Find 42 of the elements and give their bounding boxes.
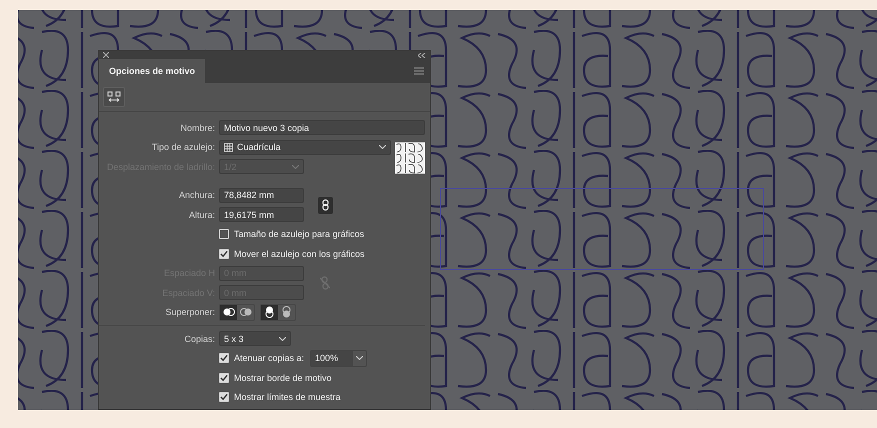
checkbox[interactable] <box>219 353 229 364</box>
broken-link-icon <box>320 276 330 290</box>
chevron-icon <box>292 164 299 169</box>
bottom-over-top-icon <box>282 306 291 318</box>
height-field[interactable]: 19,6175 mm <box>219 207 304 222</box>
checkbox[interactable] <box>219 229 229 240</box>
field-label: Tipo de azulejo: <box>150 142 215 152</box>
dim-amount-combo[interactable]: 100% <box>310 350 368 367</box>
checkbox-option[interactable]: Mover el azulejo con los gráficos <box>219 248 365 259</box>
checkbox-option[interactable]: Mostrar límites de muestra <box>219 392 341 402</box>
chain-link-icon <box>322 199 329 211</box>
copies-dropdown[interactable]: 5 x 3 <box>219 331 291 346</box>
field-label: Copias: <box>183 334 215 344</box>
checkbox[interactable] <box>219 392 229 402</box>
top-over-bottom-icon <box>265 306 274 318</box>
checkbox-option[interactable]: Atenuar copias a: <box>219 353 304 364</box>
chevron-icon <box>379 145 386 150</box>
close-icon[interactable] <box>103 52 109 58</box>
chevron-icon <box>279 336 286 341</box>
checkbox[interactable] <box>219 372 229 383</box>
field-label: Nombre: <box>179 122 215 133</box>
menu-icon[interactable] <box>414 67 424 75</box>
left-over-right-icon <box>222 308 234 316</box>
overlap-option-button[interactable] <box>220 304 237 320</box>
chevron-icon <box>356 356 364 360</box>
overlap-option-button[interactable] <box>261 304 278 320</box>
checkbox-option[interactable]: Tamaño de azulejo para gráficos <box>219 229 364 240</box>
edit-tile-button[interactable] <box>103 87 125 107</box>
link-proportions-button[interactable] <box>318 196 333 214</box>
checkbox-option[interactable]: Mostrar borde de motivo <box>219 372 332 383</box>
tile-edit-icon <box>107 91 121 103</box>
panel-tab[interactable]: Opciones de motivo <box>99 59 206 83</box>
field-label: Superponer: <box>164 307 215 318</box>
field-label: Anchura: <box>178 190 215 200</box>
collapse-icon[interactable] <box>418 52 426 58</box>
grid-icon <box>224 142 233 152</box>
tile-type-dropdown[interactable]: Cuadrícula <box>219 140 391 155</box>
right-over-left-icon <box>240 308 252 316</box>
checkbox[interactable] <box>219 248 229 259</box>
width-field[interactable]: 78,8482 mm <box>219 188 304 203</box>
field-label: Altura: <box>188 210 215 220</box>
name-field[interactable]: Motivo nuevo 3 copia <box>219 120 425 136</box>
